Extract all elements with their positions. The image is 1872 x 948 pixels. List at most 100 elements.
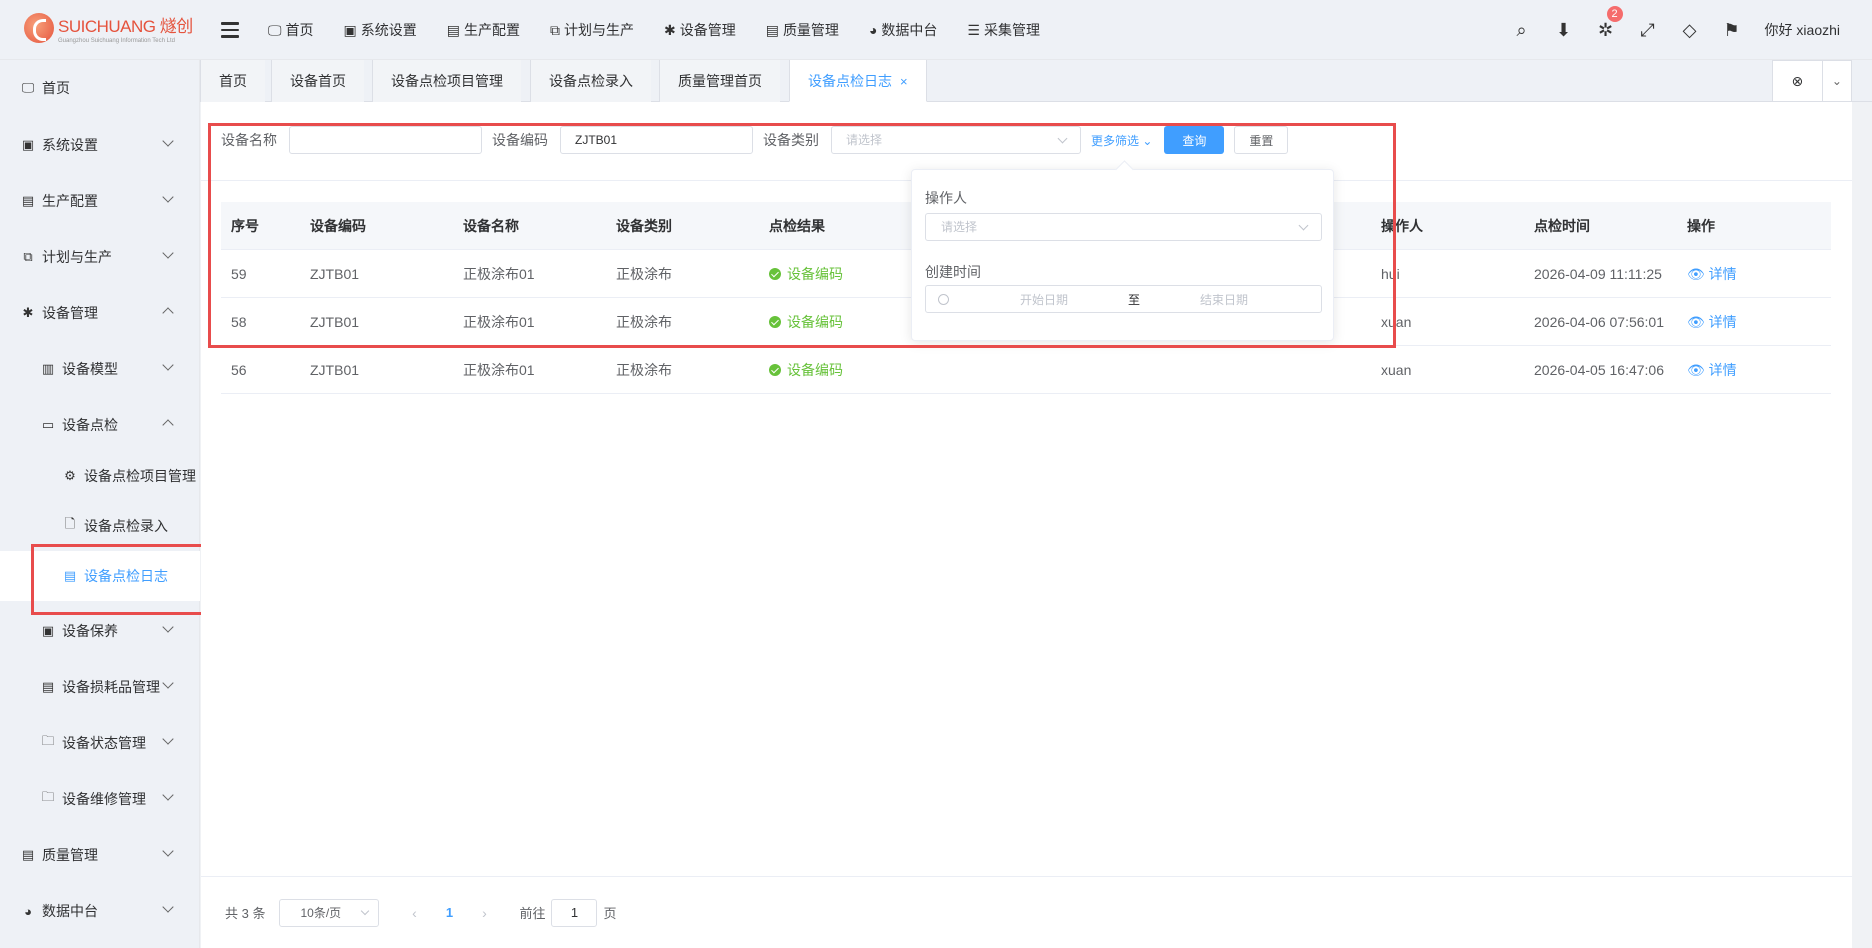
page-size-select[interactable]: 10条/页 — [279, 898, 380, 927]
logo[interactable]: SUICHUANG 燧创 Guangzhou Suichuang Informa… — [24, 8, 204, 48]
page-number[interactable]: 1 — [429, 905, 469, 920]
query-button[interactable]: 查询 — [1164, 126, 1225, 154]
tab-inspection-entry[interactable]: 设备点检录入 — [530, 60, 651, 102]
topnav-item-system[interactable]: ▣ 系统设置 — [344, 20, 417, 40]
diamond-icon[interactable]: ◇ — [1669, 20, 1711, 41]
tools-icon: ▣ — [41, 623, 55, 638]
sidebar-item-consumables[interactable]: ▤ 设备损耗品管理 — [0, 659, 200, 715]
goto-page: 前往 1 页 — [519, 898, 617, 927]
table-row: 56 ZJTB01 正极涂布01 正极涂布 设备编码 xuan 2026-04-… — [221, 346, 1831, 394]
topnav-item-equipment[interactable]: ✱ 设备管理 — [664, 20, 736, 40]
user-greeting[interactable]: 你好 xiaozhi — [1765, 20, 1840, 40]
file-icon: 🗋 — [64, 516, 76, 531]
header-actions: ⌕ ⬇ ✲ 2 ⤢ ◇ ⚑ 你好 xiaozhi — [1501, 0, 1872, 60]
sidebar-item-repair[interactable]: 🗀 设备维修管理 — [0, 771, 200, 827]
monitor-icon: 🖵 — [21, 80, 35, 95]
sidebar-item-inspection-items[interactable]: ⚙ 设备点检项目管理 — [0, 451, 200, 501]
next-page-icon[interactable]: › — [469, 905, 499, 921]
search-icon[interactable]: ⌕ — [1501, 20, 1543, 41]
start-date-input[interactable]: 开始日期 — [989, 291, 1099, 308]
col-code: 设备编码 — [310, 217, 366, 234]
gear-icon: ⚙ — [64, 468, 76, 483]
name-label: 设备名称 — [221, 132, 277, 148]
topnav-item-collect[interactable]: ☰ 采集管理 — [967, 20, 1040, 40]
download-icon[interactable]: ⬇ — [1543, 20, 1585, 41]
pie-icon: ◕ — [868, 22, 878, 38]
type-label: 设备类别 — [763, 132, 819, 148]
notification-badge: 2 — [1606, 5, 1623, 22]
briefcase-icon: ▤ — [21, 193, 35, 208]
chevron-down-icon — [162, 789, 174, 801]
sidebar-item-system[interactable]: ▣ 系统设置 — [0, 117, 200, 173]
topnav-item-quality[interactable]: ▤ 质量管理 — [766, 20, 839, 40]
chevron-down-icon — [162, 191, 174, 203]
chevron-down-icon — [1057, 133, 1068, 144]
asterisk-icon: ✱ — [22, 305, 34, 320]
chevron-down-icon — [1298, 220, 1309, 231]
sidebar-item-data[interactable]: ◕ 数据中台 — [0, 883, 200, 939]
briefcase-icon: ▤ — [446, 21, 460, 38]
created-date-range[interactable]: 开始日期 至 结束日期 — [925, 285, 1322, 313]
chevron-down-icon[interactable]: ⌄ — [1821, 61, 1851, 101]
windows-icon: ⧉ — [549, 21, 560, 38]
chevron-down-icon — [162, 135, 174, 147]
result-ok: 设备编码 — [769, 360, 1371, 380]
sidebar-item-status[interactable]: 🗀 设备状态管理 — [0, 715, 200, 771]
topnav-item-plan[interactable]: ⧉ 计划与生产 — [550, 20, 634, 40]
translate-icon[interactable]: ⚑ — [1711, 20, 1753, 41]
code-input[interactable]: ZJTB01 — [560, 126, 753, 154]
sidebar-item-plan[interactable]: ⧉ 计划与生产 — [0, 229, 200, 285]
close-all-icon[interactable]: ⊗ — [1773, 61, 1822, 101]
briefcase-icon: ▤ — [21, 847, 35, 862]
chevron-up-icon — [162, 307, 174, 319]
topnav-item-production-config[interactable]: ▤ 生产配置 — [447, 20, 520, 40]
tab-controls: ⊗ ⌄ — [1772, 60, 1852, 102]
sidebar-item-equipment-model[interactable]: ▥ 设备模型 — [0, 341, 200, 397]
more-filters-link[interactable]: 更多筛选 ⌄ — [1091, 132, 1152, 149]
prev-page-icon[interactable]: ‹ — [399, 905, 429, 921]
name-input[interactable] — [289, 126, 482, 154]
topnav-item-data[interactable]: ◕ 数据中台 — [869, 20, 937, 40]
sidebar-item-quality[interactable]: ▤ 质量管理 — [0, 827, 200, 883]
chevron-up-icon — [162, 419, 174, 431]
tab-equipment-home[interactable]: 设备首页 — [271, 60, 364, 102]
briefcase-icon: ▤ — [765, 21, 779, 38]
sidebar-item-equipment[interactable]: ✱ 设备管理 — [0, 285, 200, 341]
close-icon[interactable]: × — [900, 74, 908, 89]
top-nav: 🖵 首页 ▣ 系统设置 ▤ 生产配置 ⧉ 计划与生产 ✱ 设备管理 ▤ 质量管理 ◕ 数据中台… — [268, 0, 1070, 60]
operator-label: 操作人 — [925, 190, 967, 206]
topnav-item-home[interactable]: 🖵 首页 — [268, 20, 314, 40]
card-icon: ▭ — [41, 417, 55, 432]
col-action: 操作 — [1687, 217, 1715, 234]
code-label: 设备编码 — [492, 132, 548, 148]
folder-icon: 🗀 — [41, 789, 55, 804]
tab-home[interactable]: 首页 — [200, 60, 265, 102]
fullscreen-icon[interactable]: ⤢ — [1627, 20, 1669, 41]
folder-icon: 🗀 — [41, 733, 55, 748]
chevron-down-icon — [162, 359, 174, 371]
end-date-input[interactable]: 结束日期 — [1169, 291, 1279, 308]
monitor-icon: 🖵 — [268, 21, 282, 38]
list-icon: ▤ — [41, 679, 55, 694]
col-name: 设备名称 — [463, 217, 519, 234]
tab-inspection-items[interactable]: 设备点检项目管理 — [372, 60, 521, 102]
menu-toggle-icon[interactable] — [221, 22, 239, 38]
operator-select[interactable]: 请选择 — [925, 213, 1322, 241]
sidebar-item-inspection[interactable]: ▭ 设备点检 — [0, 397, 200, 453]
col-seq: 序号 — [231, 217, 259, 234]
detail-link[interactable]: 👁 详情 — [1677, 360, 1827, 380]
reset-button[interactable]: 重置 — [1234, 126, 1289, 154]
chevron-down-icon — [361, 906, 370, 915]
type-select[interactable]: 请选择 — [831, 126, 1081, 154]
sidebar-item-production-config[interactable]: ▤ 生产配置 — [0, 173, 200, 229]
pagination: 共 3 条 10条/页 ‹ 1 › 前往 1 页 — [201, 876, 1852, 948]
tab-quality-home[interactable]: 质量管理首页 — [659, 60, 780, 102]
goto-page-input[interactable]: 1 — [551, 898, 598, 927]
detail-link[interactable]: 👁 详情 — [1677, 264, 1827, 284]
logo-title: SUICHUANG 燧创 — [58, 17, 193, 36]
bug-icon[interactable]: ✲ 2 — [1585, 5, 1627, 41]
detail-link[interactable]: 👁 详情 — [1677, 312, 1827, 332]
columns-icon: ▥ — [41, 361, 55, 376]
tab-inspection-log[interactable]: 设备点检日志 × — [789, 60, 927, 102]
sidebar-item-home[interactable]: 🖵 首页 — [0, 60, 200, 116]
